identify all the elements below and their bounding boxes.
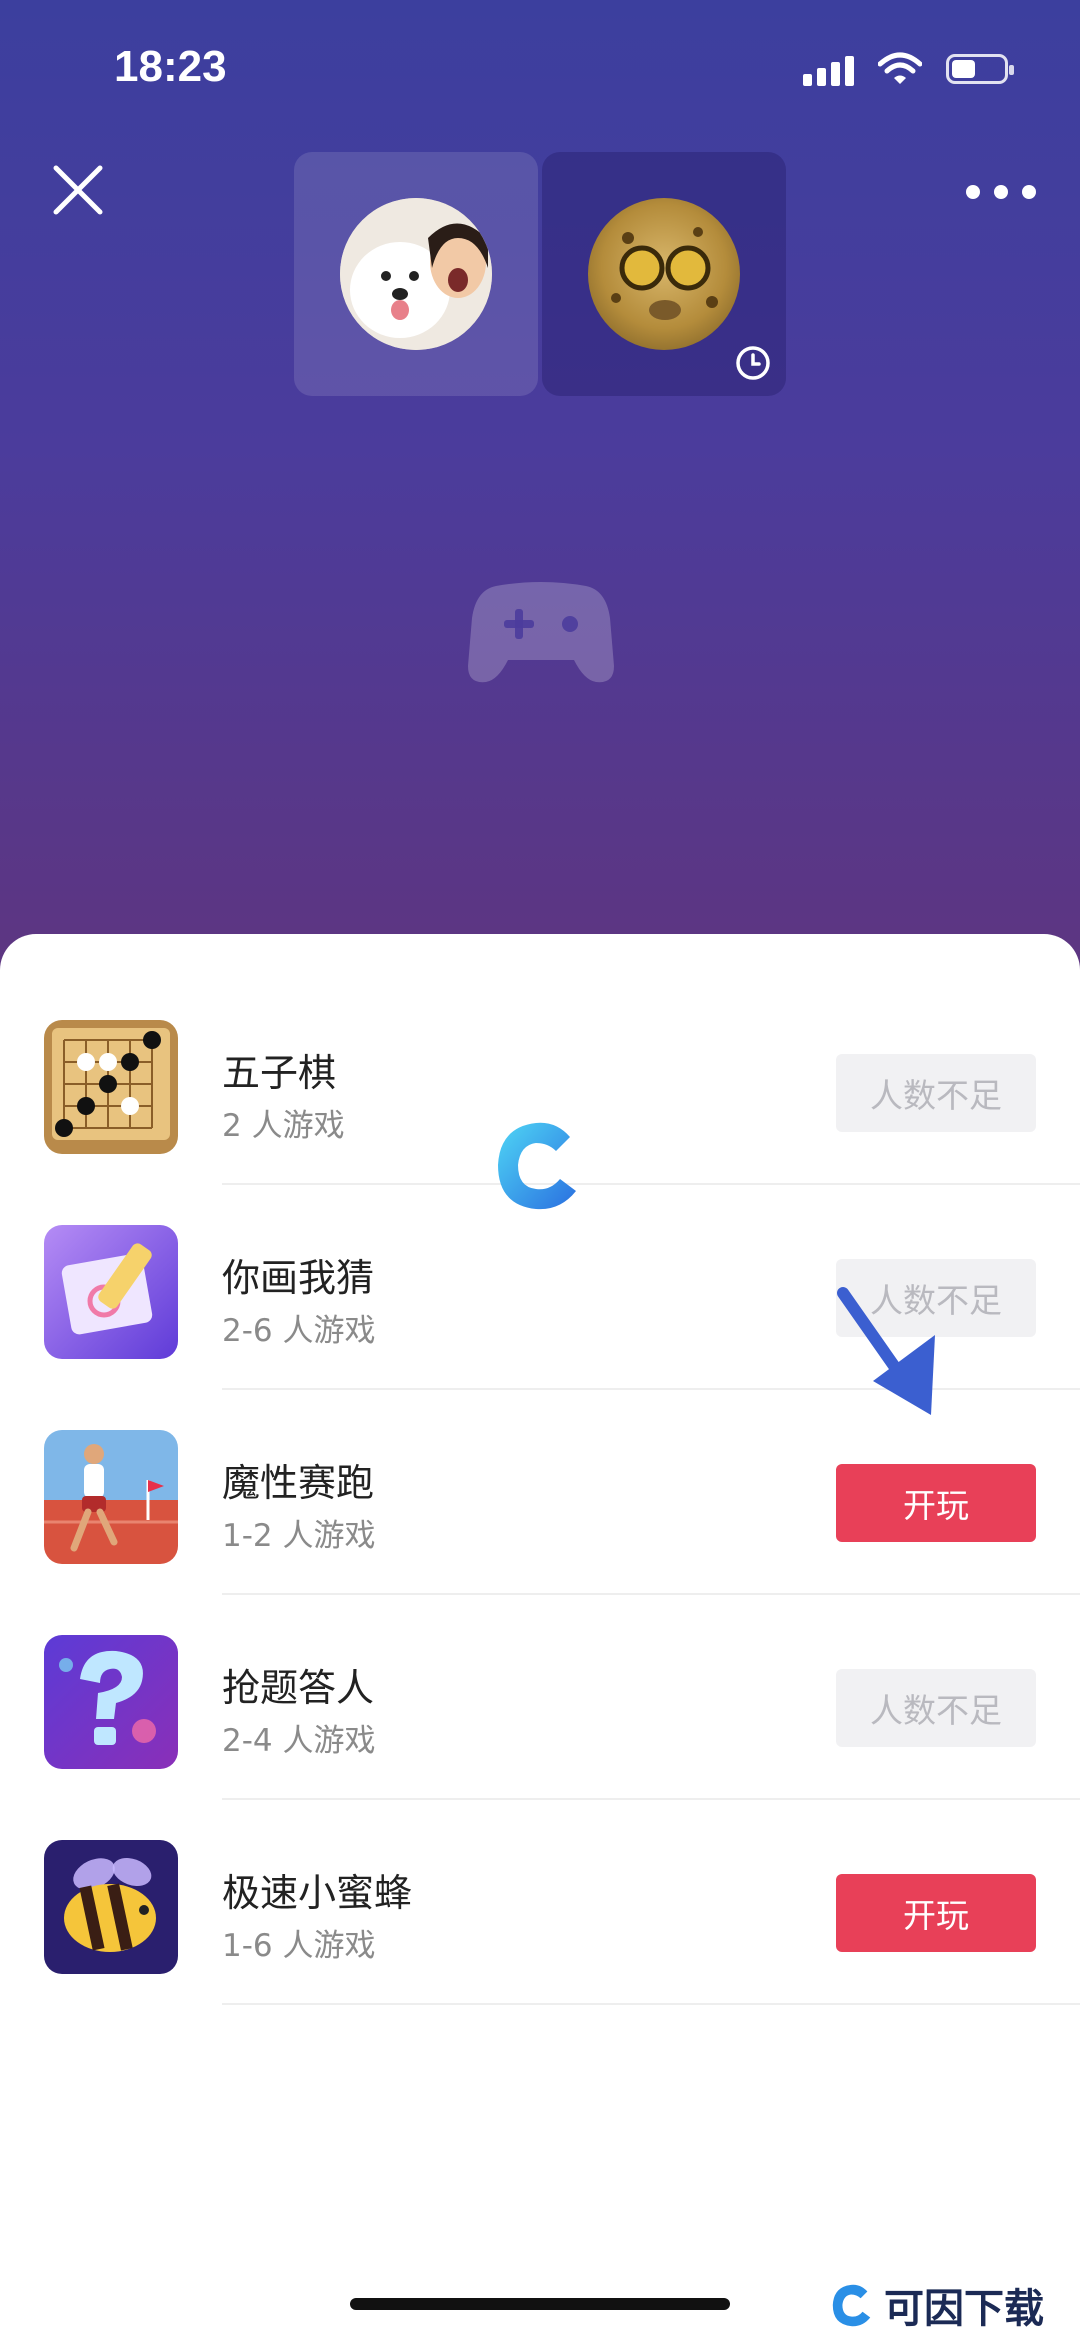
not-enough-players-button[interactable]: 人数不足: [836, 1054, 1036, 1132]
gamepad-icon: [468, 582, 614, 683]
watermark-brand-icon: [832, 2284, 871, 2327]
more-icon-dot: [994, 185, 1008, 199]
runner-icon: [44, 1430, 178, 1564]
dog-selfie-avatar: [340, 198, 492, 350]
game-row[interactable]: 抢题答人 2-4 人游戏 人数不足: [0, 1595, 1080, 1800]
game-name: 你画我猜: [222, 1256, 375, 1300]
cellular-signal-icon: [803, 52, 854, 86]
game-player-count: 1-2 人游戏: [222, 1518, 376, 1554]
game-row[interactable]: 极速小蜜蜂 1-6 人游戏 开玩: [0, 1800, 1080, 2005]
not-enough-players-button[interactable]: 人数不足: [836, 1669, 1036, 1747]
watermark-brand: 可因下载: [828, 2276, 1044, 2334]
game-name: 魔性赛跑: [222, 1461, 375, 1505]
game-player-count: 2-6 人游戏: [222, 1313, 376, 1349]
pointer-arrow-icon: [837, 1287, 935, 1415]
game-name: 极速小蜜蜂: [222, 1871, 413, 1915]
bee-icon: [44, 1840, 178, 1974]
game-player-count: 1-6 人游戏: [222, 1928, 376, 1964]
close-button[interactable]: [48, 160, 108, 220]
close-icon: [53, 165, 103, 215]
game-name: 抢题答人: [222, 1666, 375, 1710]
status-icons: [803, 52, 1014, 86]
play-button[interactable]: 开玩: [836, 1464, 1036, 1542]
more-button[interactable]: [966, 172, 1036, 212]
battery-level: [952, 60, 975, 78]
avatar-image: [611, 227, 718, 320]
play-button[interactable]: 开玩: [836, 1874, 1036, 1952]
divider: [222, 2003, 1080, 2005]
quiz-icon: [44, 1635, 178, 1769]
battery-icon: [946, 54, 1014, 84]
leopard-avatar: [588, 198, 740, 350]
user-card-friend[interactable]: [542, 152, 786, 396]
gomoku-icon: [44, 1020, 178, 1154]
wifi-icon: [878, 52, 922, 84]
more-icon-dot: [1022, 185, 1036, 199]
more-icon-dot: [966, 185, 980, 199]
game-name: 五子棋: [222, 1051, 337, 1095]
watermark-brand-text: 可因下载: [884, 2286, 1044, 2332]
header-area: 18:23: [0, 0, 1080, 990]
avatar-image: [340, 198, 492, 350]
user-card-self[interactable]: [294, 152, 538, 396]
game-player-count: 2-4 人游戏: [222, 1723, 376, 1759]
status-time: 18:23: [114, 42, 227, 91]
game-player-count: 2 人游戏: [222, 1108, 345, 1144]
watermark-logo-icon: [498, 1122, 576, 1210]
draw-guess-icon: [44, 1225, 178, 1359]
clock-icon: [736, 346, 770, 380]
home-indicator[interactable]: [350, 2298, 730, 2310]
